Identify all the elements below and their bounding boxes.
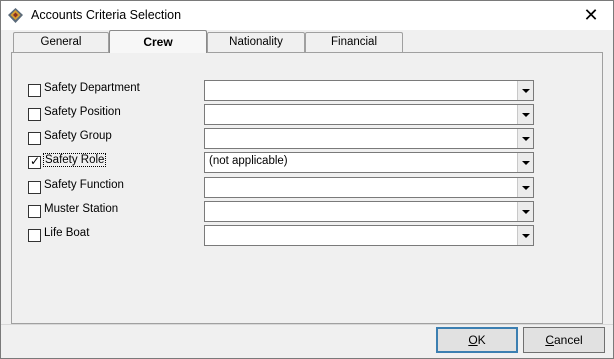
- tab-bar: General Crew Nationality Financial: [1, 30, 613, 54]
- safety-group-label: Safety Group: [44, 130, 112, 142]
- dropdown-button[interactable]: [517, 226, 533, 245]
- safety-department-checkbox[interactable]: [28, 84, 41, 97]
- chevron-down-icon: [522, 210, 530, 214]
- safety-position-label: Safety Position: [44, 106, 121, 118]
- footer-divider: [1, 324, 613, 325]
- safety-function-dropdown[interactable]: [204, 177, 534, 198]
- tab-general[interactable]: General: [13, 32, 109, 52]
- chevron-down-icon: [522, 137, 530, 141]
- safety-department-dropdown[interactable]: [204, 80, 534, 101]
- life-boat-label: Life Boat: [44, 227, 90, 239]
- title-bar[interactable]: Accounts Criteria Selection ✕: [1, 1, 613, 30]
- cancel-button[interactable]: Cancel: [523, 327, 605, 353]
- dropdown-button[interactable]: [517, 153, 533, 172]
- criteria-row-safety-position: Safety Position: [28, 104, 588, 125]
- safety-function-checkbox[interactable]: [28, 181, 41, 194]
- app-icon: [8, 8, 23, 23]
- muster-station-label: Muster Station: [44, 203, 119, 215]
- safety-role-value: (not applicable): [209, 155, 288, 167]
- chevron-down-icon: [522, 234, 530, 238]
- chevron-down-icon: [522, 186, 530, 190]
- tab-financial[interactable]: Financial: [305, 32, 403, 52]
- safety-role-checkbox[interactable]: ✓: [28, 154, 41, 169]
- chevron-down-icon: [522, 89, 530, 93]
- close-button[interactable]: ✕: [569, 1, 613, 30]
- criteria-row-safety-role: ✓ Safety Role (not applicable): [28, 152, 588, 173]
- muster-station-dropdown[interactable]: [204, 201, 534, 222]
- criteria-row-muster-station: Muster Station: [28, 201, 588, 222]
- safety-department-label: Safety Department: [44, 82, 140, 94]
- safety-position-checkbox[interactable]: [28, 108, 41, 121]
- criteria-row-safety-function: Safety Function: [28, 177, 588, 198]
- crew-tab-panel: Safety Department Safety Position Safety…: [11, 52, 603, 324]
- chevron-down-icon: [522, 161, 530, 165]
- tab-crew[interactable]: Crew: [109, 30, 207, 53]
- safety-group-checkbox[interactable]: [28, 132, 41, 145]
- safety-group-dropdown[interactable]: [204, 128, 534, 149]
- safety-position-dropdown[interactable]: [204, 104, 534, 125]
- dropdown-button[interactable]: [517, 129, 533, 148]
- safety-role-label: Safety Role: [42, 153, 107, 167]
- dropdown-button[interactable]: [517, 105, 533, 124]
- dropdown-button[interactable]: [517, 202, 533, 221]
- dialog-window: Accounts Criteria Selection ✕ General Cr…: [0, 0, 614, 359]
- life-boat-dropdown[interactable]: [204, 225, 534, 246]
- window-title: Accounts Criteria Selection: [31, 8, 182, 22]
- criteria-row-safety-group: Safety Group: [28, 128, 588, 149]
- dropdown-button[interactable]: [517, 81, 533, 100]
- criteria-row-life-boat: Life Boat: [28, 225, 588, 246]
- muster-station-checkbox[interactable]: [28, 205, 41, 218]
- life-boat-checkbox[interactable]: [28, 229, 41, 242]
- safety-role-dropdown[interactable]: (not applicable): [204, 152, 534, 173]
- chevron-down-icon: [522, 113, 530, 117]
- ok-button[interactable]: OK: [436, 327, 518, 353]
- close-icon: ✕: [583, 5, 599, 26]
- tab-nationality[interactable]: Nationality: [207, 32, 305, 52]
- dropdown-button[interactable]: [517, 178, 533, 197]
- safety-function-label: Safety Function: [44, 179, 124, 191]
- checkmark-icon: ✓: [30, 154, 41, 168]
- criteria-row-safety-department: Safety Department: [28, 80, 588, 101]
